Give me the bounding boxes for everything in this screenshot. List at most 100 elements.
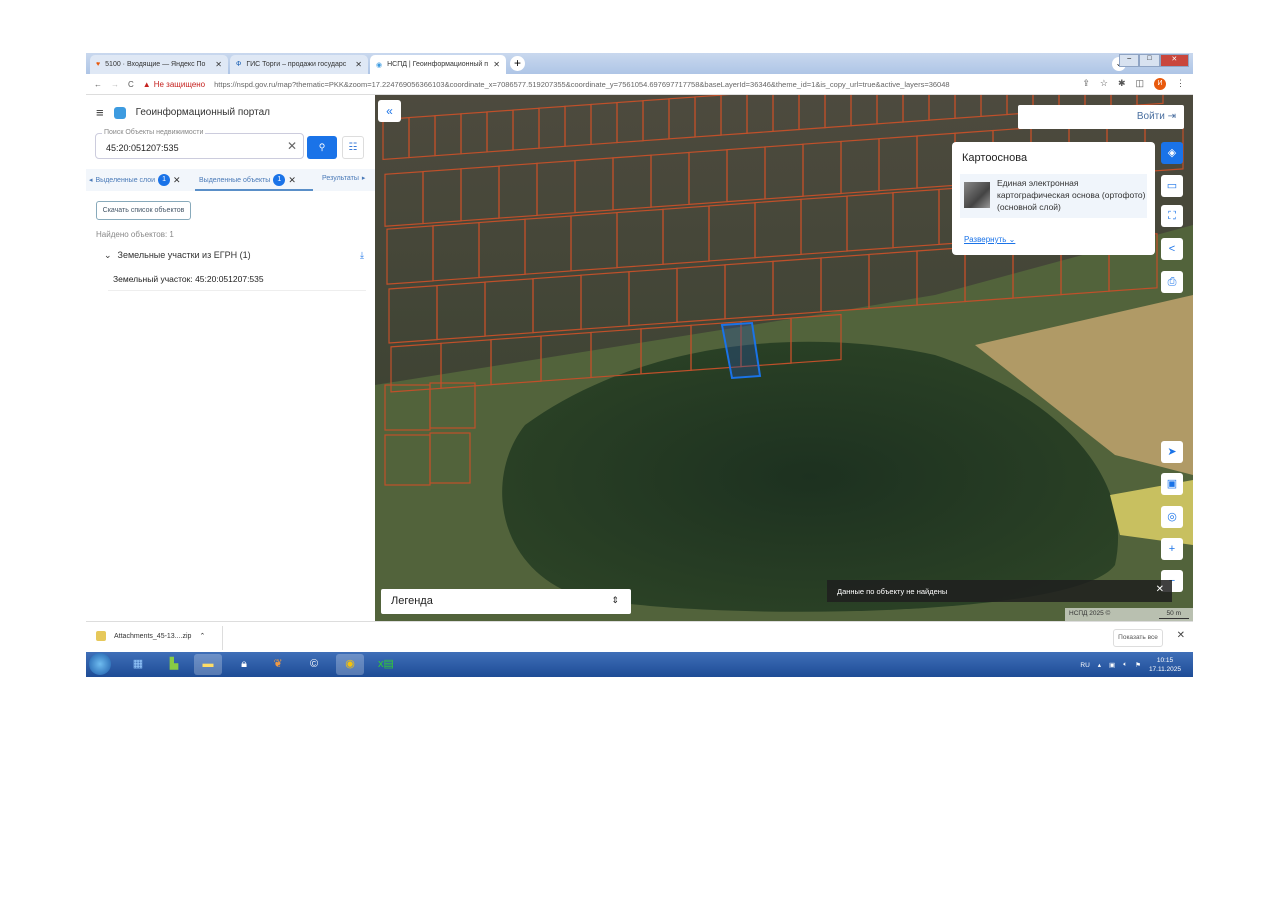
share-icon: < <box>1168 243 1176 255</box>
tray-expand-icon[interactable]: ▴ <box>1098 661 1101 669</box>
taskbar-app-chrome-icon[interactable]: ◉ <box>336 654 364 675</box>
menu-icon[interactable]: ⋮ <box>1176 78 1185 90</box>
back-icon[interactable]: ← <box>94 80 102 89</box>
login-button[interactable]: Войти ⇥ <box>1018 105 1184 129</box>
show-all-button[interactable]: Показать все <box>1113 629 1163 647</box>
minimize-button[interactable]: – <box>1119 54 1140 67</box>
close-icon[interactable]: ✕ <box>173 175 181 186</box>
chevron-up-icon[interactable]: ⌃ <box>199 632 205 640</box>
tab-selected-objects[interactable]: Выделенные объекты 1 ✕ <box>199 174 296 186</box>
taskbar-app-explorer-icon[interactable]: ▬ <box>194 654 222 675</box>
clock[interactable]: 10:15 17.11.2025 <box>1149 656 1181 674</box>
taskbar-app-excel-icon[interactable]: x▤ <box>372 654 400 675</box>
search-input[interactable]: Поиск Объекты недвижимости 45:20:051207:… <box>95 129 304 159</box>
address-bar: ← → C ▲ Не защищено https://nspd.gov.ru/… <box>86 74 1193 95</box>
tab-selected-layers[interactable]: ◂ Выделенные слои 1 ✕ <box>89 174 181 186</box>
map-view[interactable]: « Войти ⇥ Картооснова Единая электронная… <box>375 95 1193 621</box>
close-downloads-icon[interactable]: ✕ <box>1177 630 1185 641</box>
chevron-down-icon[interactable]: ⌄ <box>104 250 112 261</box>
tab-mail[interactable]: ♥ 5100 · Входящие — Яндекс По ✕ <box>90 55 228 74</box>
flag-icon[interactable]: ⚑ <box>1135 661 1141 669</box>
ruler-button[interactable]: ▭ <box>1161 175 1183 197</box>
extensions-icon[interactable]: ✱ <box>1118 78 1126 90</box>
portal-title: Геоинформационный портал <box>135 107 271 118</box>
archive-icon <box>96 631 106 641</box>
sidepanel-icon[interactable]: ◫ <box>1135 78 1144 90</box>
taskbar-app-lock-icon[interactable]: 🔒︎ <box>230 654 258 675</box>
close-tab-icon[interactable]: ✕ <box>493 60 500 69</box>
tab-label: Выделенные объекты <box>199 176 271 184</box>
close-tab-icon[interactable]: ✕ <box>215 60 222 69</box>
close-window-button[interactable]: ✕ <box>1159 54 1189 67</box>
start-button[interactable] <box>89 653 111 675</box>
result-group[interactable]: ⌄ Земельные участки из ЕГРН (1) ⤓ <box>104 250 364 261</box>
basemap-title: Картооснова <box>962 152 1028 164</box>
tab-gis-torgi[interactable]: Ф ГИС Торги – продажи государс ✕ <box>230 55 368 74</box>
nspd-icon: ◉ <box>376 61 383 69</box>
clear-icon[interactable]: ✕ <box>287 139 297 153</box>
expand-link[interactable]: Развернуть ⌄ <box>964 235 1015 244</box>
result-item[interactable]: Земельный участок: 45:20:051207:535 <box>108 269 366 291</box>
zoom-in-button[interactable]: + <box>1161 538 1183 560</box>
layers-button[interactable]: ◈ <box>1161 142 1183 164</box>
download-list-button[interactable]: Скачать список объектов <box>96 201 191 220</box>
reload-icon[interactable]: C <box>128 80 134 89</box>
search-value[interactable]: 45:20:051207:535 <box>106 143 179 153</box>
layers-icon: ◈ <box>1167 147 1177 159</box>
basemap-layer[interactable]: Единая электронная картографическая осно… <box>960 174 1147 218</box>
filter-button[interactable]: ☷ <box>342 136 364 159</box>
taskbar-app-c-icon[interactable]: © <box>300 654 328 675</box>
tab-results[interactable]: Результаты ▸ <box>322 174 366 183</box>
mail-icon: ♥ <box>96 61 101 68</box>
profile-avatar[interactable]: И <box>1154 78 1166 90</box>
tab-nspd[interactable]: ◉ НСПД | Геоинформационный п ✕ <box>370 55 506 74</box>
gis-torgi-icon: Ф <box>236 61 242 68</box>
print-button[interactable]: ⎙ <box>1161 271 1183 293</box>
notification-toast: Данные по объекту не найдены ✕ <box>827 580 1172 602</box>
scale-bar: 50 m <box>1158 610 1189 619</box>
updown-icon: ⇕ <box>611 595 619 605</box>
new-tab-button[interactable]: + <box>510 56 525 71</box>
hamburger-icon[interactable]: ≡ <box>96 105 104 120</box>
select-area-button[interactable]: ⛶ <box>1161 205 1183 227</box>
volume-icon[interactable]: 🔈︎ <box>1123 661 1127 669</box>
tab-label: Выделенные слои <box>95 176 156 184</box>
search-label: Поиск Объекты недвижимости <box>102 129 206 136</box>
taskbar-app-calculator-icon[interactable]: ▦ <box>124 654 152 675</box>
search-icon: ⚲ <box>318 142 326 152</box>
security-label[interactable]: Не защищено <box>154 80 205 89</box>
basemap-card: Картооснова Единая электронная картограф… <box>952 142 1155 255</box>
close-tab-icon[interactable]: ✕ <box>355 60 362 69</box>
share-button[interactable]: < <box>1161 238 1183 260</box>
taskbar-app-editor-icon[interactable]: ▙ <box>160 654 188 675</box>
close-icon[interactable]: ✕ <box>1156 584 1164 595</box>
download-item[interactable]: Attachments_45-13....zip ⌃ <box>96 631 205 641</box>
plus-icon: + <box>1168 543 1176 555</box>
map-attribution: НСПД 2025 © 50 m <box>1065 608 1193 621</box>
scroll-left-icon[interactable]: ◂ <box>89 176 93 184</box>
scroll-right-icon[interactable]: ▸ <box>362 174 366 182</box>
geolocation-button[interactable]: ◎ <box>1161 506 1183 528</box>
select-area-icon: ⛶ <box>1168 210 1176 222</box>
side-panel: ≡ Геоинформационный портал Поиск Объекты … <box>86 95 375 621</box>
language-indicator[interactable]: RU <box>1080 662 1089 669</box>
share-icon[interactable]: ⇪ <box>1082 78 1090 90</box>
forward-icon[interactable]: → <box>111 80 119 89</box>
filter-icon: ☷ <box>348 142 358 153</box>
download-icon[interactable]: ⤓ <box>360 250 364 261</box>
close-icon[interactable]: ✕ <box>288 175 296 186</box>
locate-button[interactable]: ➤ <box>1161 441 1183 463</box>
taskbar: ▦ ▙ ▬ 🔒︎ ❦ © ◉ x▤ RU ▴ ▣ 🔈︎ ⚑ 10:15 17.11… <box>86 652 1193 677</box>
minimap-button[interactable]: ▣ <box>1161 473 1183 495</box>
url-field[interactable]: https://nspd.gov.ru/map?thematic=PKK&zoo… <box>214 80 1084 89</box>
search-button[interactable]: ⚲ <box>307 136 337 159</box>
star-icon[interactable]: ☆ <box>1100 78 1108 90</box>
downloads-bar: Attachments_45-13....zip ⌃ Показать все ✕ <box>86 621 1193 652</box>
network-icon[interactable]: ▣ <box>1109 661 1115 669</box>
collapse-panel-button[interactable]: « <box>378 100 401 122</box>
divider <box>222 626 223 650</box>
maximize-button[interactable]: □ <box>1139 54 1160 67</box>
taskbar-app-game-icon[interactable]: ❦ <box>264 654 292 675</box>
tab-label: Результаты <box>322 174 359 182</box>
legend-select[interactable]: Легенда ⇕ <box>381 589 631 614</box>
